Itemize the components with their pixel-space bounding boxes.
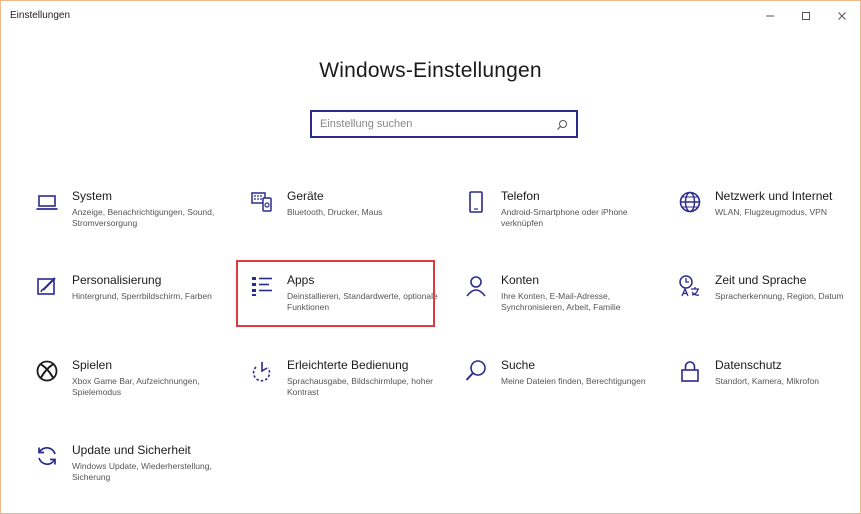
- tile-personalisierung[interactable]: Personalisierung Hintergrund, Sperrbilds…: [34, 273, 234, 333]
- xbox-icon: [34, 358, 60, 384]
- person-icon: [463, 273, 489, 299]
- tile-name: Spielen: [72, 358, 113, 372]
- tile-suche[interactable]: Suche Meine Dateien finden, Berechtigung…: [463, 358, 663, 418]
- time-language-icon: [677, 273, 703, 299]
- tile-name: Datenschutz: [715, 358, 782, 372]
- tile-geraete[interactable]: Geräte Bluetooth, Drucker, Maus: [249, 189, 449, 249]
- tile-name: Konten: [501, 273, 540, 287]
- devices-icon: [249, 189, 275, 215]
- tile-name: Suche: [501, 358, 536, 372]
- tile-description: Xbox Game Bar, Aufzeichnungen, Spielemod…: [72, 376, 200, 397]
- tile-name: Netzwerk und Internet: [715, 189, 833, 203]
- apps-highlight-box: [236, 260, 435, 327]
- tile-description: Spracherkennung, Region, Datum: [715, 291, 844, 301]
- tile-system[interactable]: System Anzeige, Benachrichtigungen, Soun…: [34, 189, 234, 249]
- tile-description: Windows Update, Wiederherstellung, Siche…: [72, 461, 212, 482]
- tile-name: Personalisierung: [72, 273, 162, 287]
- sync-icon: [34, 443, 60, 469]
- tile-name: Zeit und Sprache: [715, 273, 807, 287]
- lock-icon: [677, 358, 703, 384]
- laptop-icon: [34, 189, 60, 215]
- tile-name: Update und Sicherheit: [72, 443, 191, 457]
- tile-konten[interactable]: Konten Ihre Konten, E-Mail-Adresse, Sync…: [463, 273, 663, 333]
- tile-description: Meine Dateien finden, Berechtigungen: [501, 376, 646, 386]
- tile-zeit[interactable]: Zeit und Sprache Spracherkennung, Region…: [677, 273, 861, 333]
- tile-update[interactable]: Update und Sicherheit Windows Update, Wi…: [34, 443, 234, 503]
- globe-icon: [677, 189, 703, 215]
- paint-icon: [34, 273, 60, 299]
- tile-name: System: [72, 189, 113, 203]
- settings-grid: System Anzeige, Benachrichtigungen, Soun…: [1, 1, 860, 513]
- phone-icon: [463, 189, 489, 215]
- tile-telefon[interactable]: Telefon Android-Smartphone oder iPhone v…: [463, 189, 663, 249]
- tile-description: Standort, Kamera, Mikrofon: [715, 376, 819, 386]
- tile-datenschutz[interactable]: Datenschutz Standort, Kamera, Mikrofon: [677, 358, 861, 418]
- tile-netzwerk[interactable]: Netzwerk und Internet WLAN, Flugzeugmodu…: [677, 189, 861, 249]
- tile-name: Geräte: [287, 189, 324, 203]
- tile-description: Android-Smartphone oder iPhone verknüpfe…: [501, 207, 628, 228]
- tile-description: Sprachausgabe, Bildschirmlupe, hoher Kon…: [287, 376, 434, 397]
- tile-name: Telefon: [501, 189, 540, 203]
- tile-description: Ihre Konten, E-Mail-Adresse, Synchronisi…: [501, 291, 621, 312]
- tile-name: Erleichterte Bedienung: [287, 358, 409, 372]
- accessibility-icon: [249, 358, 275, 384]
- tile-erleichtert[interactable]: Erleichterte Bedienung Sprachausgabe, Bi…: [249, 358, 449, 418]
- tile-description: Bluetooth, Drucker, Maus: [287, 207, 383, 217]
- tile-description: Hintergrund, Sperrbildschirm, Farben: [72, 291, 212, 301]
- tile-spielen[interactable]: Spielen Xbox Game Bar, Aufzeichnungen, S…: [34, 358, 234, 418]
- tile-description: WLAN, Flugzeugmodus, VPN: [715, 207, 827, 217]
- magnifier-icon: [463, 358, 489, 384]
- settings-window: Einstellungen Windows-Einstellungen Eins…: [0, 0, 861, 514]
- tile-description: Anzeige, Benachrichtigungen, Sound, Stro…: [72, 207, 215, 228]
